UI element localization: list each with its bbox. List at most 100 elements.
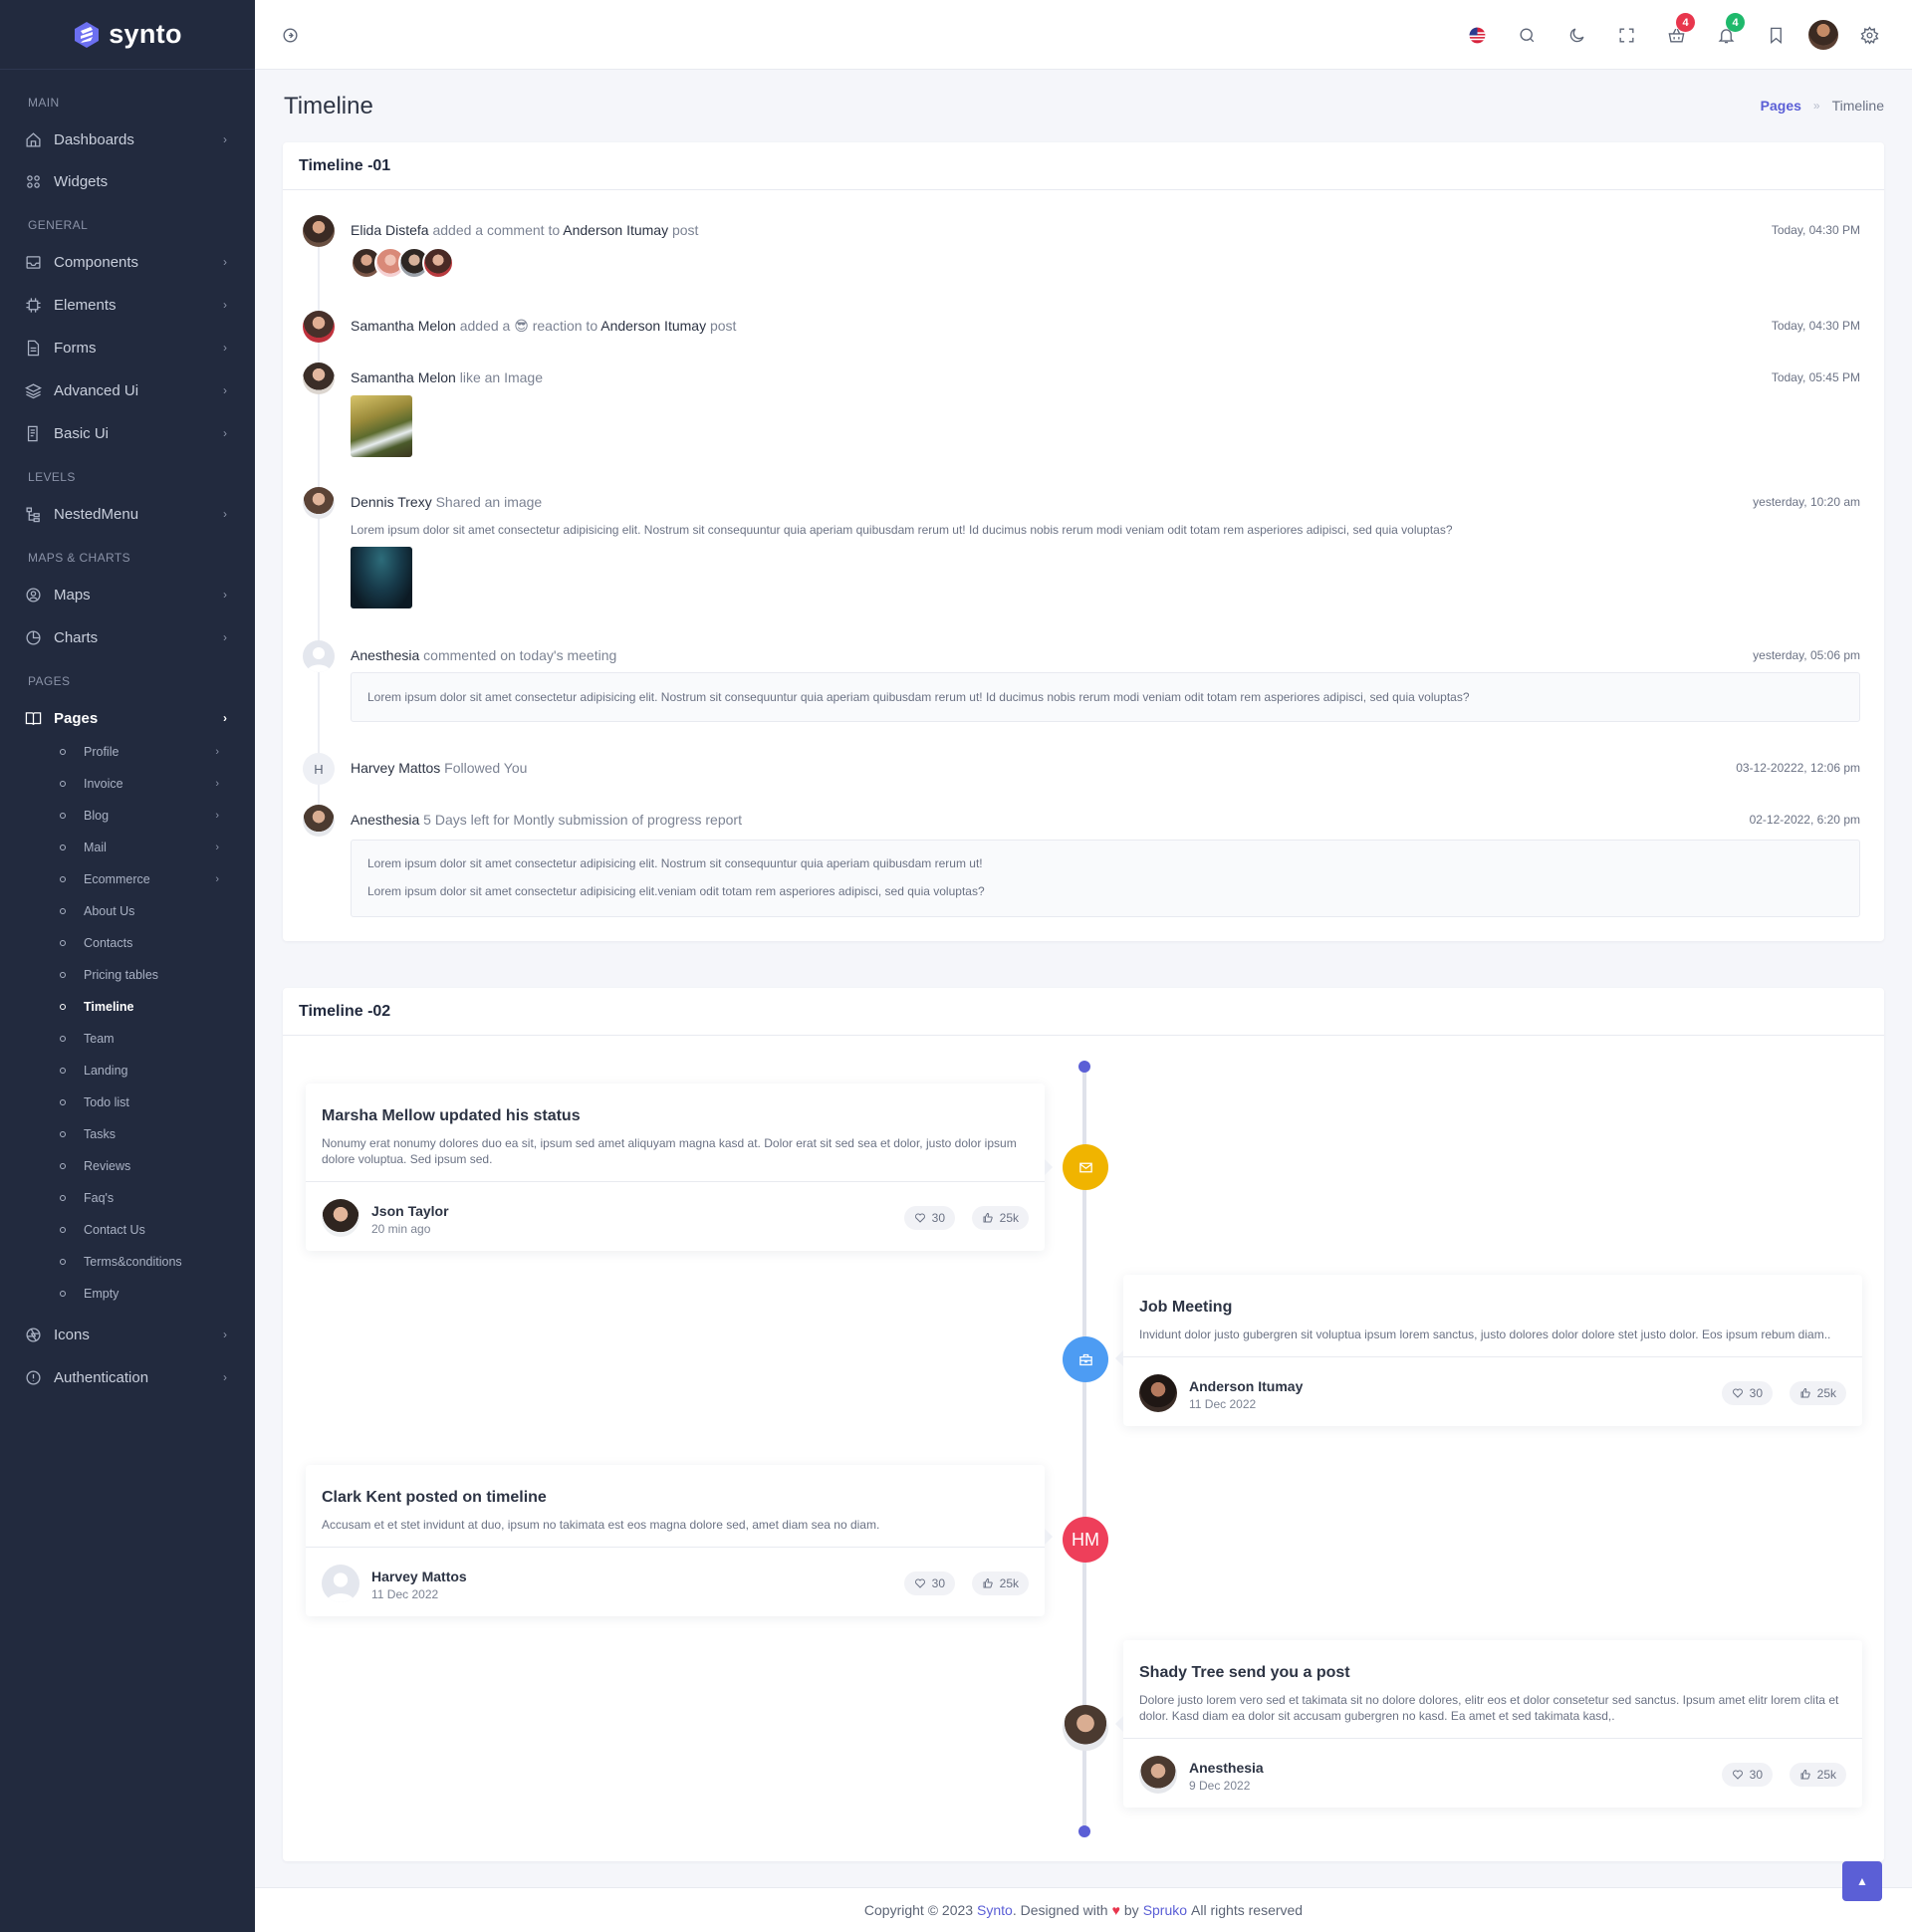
bookmark-button[interactable]: [1761, 20, 1791, 50]
avatar[interactable]: [1139, 1756, 1177, 1794]
avatar[interactable]: [1139, 1374, 1177, 1412]
author-name[interactable]: Anesthesia: [1189, 1760, 1264, 1776]
sidebar-sub-ecommerce[interactable]: Ecommerce ›: [0, 863, 255, 895]
entry-target[interactable]: Anderson Itumay: [563, 222, 668, 238]
sidebar-item-forms[interactable]: Forms ›: [0, 327, 255, 368]
sidebar-sub-contacts[interactable]: Contacts: [0, 927, 255, 959]
sidebar-item-label: Dashboards: [54, 130, 134, 148]
sidebar-item-components[interactable]: Components ›: [0, 241, 255, 283]
home-icon: [24, 130, 42, 148]
entry-user[interactable]: Anesthesia: [351, 812, 419, 828]
author-name[interactable]: Anderson Itumay: [1189, 1378, 1303, 1394]
avatar[interactable]: [303, 311, 335, 343]
card-title: Timeline -01: [283, 142, 1884, 190]
grid-icon: [24, 172, 42, 190]
sidebar-sub-blog[interactable]: Blog ›: [0, 800, 255, 832]
sidebar-item-authentication[interactable]: Authentication ›: [0, 1356, 255, 1398]
entry-user[interactable]: Dennis Trexy: [351, 494, 432, 510]
sidebar-item-dashboards[interactable]: Dashboards ›: [0, 119, 255, 160]
sub-label: Profile: [84, 745, 120, 759]
author-name[interactable]: Harvey Mattos: [371, 1569, 467, 1584]
sidebar-toggle-button[interactable]: [275, 20, 305, 50]
sidebar-sub-contact-us[interactable]: Contact Us: [0, 1214, 255, 1246]
sidebar-sub-landing[interactable]: Landing: [0, 1055, 255, 1087]
theme-toggle-button[interactable]: [1561, 20, 1591, 50]
timeline-card: Clark Kent posted on timeline Accusam et…: [306, 1465, 1053, 1616]
settings-button[interactable]: [1854, 20, 1884, 50]
bullet-icon: [60, 813, 66, 819]
chevron-right-icon: ›: [223, 711, 227, 725]
entry-user[interactable]: Anesthesia: [351, 647, 419, 663]
breadcrumb-pages-link[interactable]: Pages: [1761, 98, 1801, 114]
entry-text: Dennis Trexy Shared an image: [351, 494, 542, 510]
back-to-top-button[interactable]: ▲: [1842, 1861, 1882, 1901]
sidebar-item-maps[interactable]: Maps ›: [0, 574, 255, 615]
brand-link[interactable]: Synto: [977, 1902, 1013, 1918]
bullet-icon: [60, 1099, 66, 1105]
avatar[interactable]: [322, 1565, 359, 1602]
sidebar-sub-pricing-tables[interactable]: Pricing tables: [0, 959, 255, 991]
chevron-right-icon: ›: [223, 341, 227, 355]
timeline-node-avatar[interactable]: [1063, 1705, 1108, 1751]
sidebar-sub-empty[interactable]: Empty: [0, 1278, 255, 1310]
avatar[interactable]: [303, 215, 335, 247]
like-button[interactable]: 30: [903, 1206, 955, 1230]
thumbs-up-button[interactable]: 25k: [1789, 1763, 1846, 1787]
sidebar-sub-about-us[interactable]: About Us: [0, 895, 255, 927]
entry-user[interactable]: Elida Distefa: [351, 222, 429, 238]
like-button[interactable]: 30: [1721, 1381, 1773, 1405]
sidebar-item-widgets[interactable]: Widgets: [0, 160, 255, 202]
sidebar-sub-terms[interactable]: Terms&conditions: [0, 1246, 255, 1278]
avatar[interactable]: [303, 805, 335, 837]
avatar[interactable]: [422, 247, 454, 279]
like-count: 30: [1749, 1386, 1763, 1400]
sub-label: Faq's: [84, 1191, 115, 1205]
sidebar-sub-tasks[interactable]: Tasks: [0, 1118, 255, 1150]
fullscreen-button[interactable]: [1611, 20, 1641, 50]
author-name[interactable]: Json Taylor: [371, 1203, 449, 1219]
language-button[interactable]: [1462, 20, 1492, 50]
bullet-icon: [60, 1004, 66, 1010]
avatar[interactable]: [322, 1199, 359, 1237]
avatar[interactable]: [303, 362, 335, 394]
logo[interactable]: synto: [0, 0, 255, 70]
sidebar-sub-faqs[interactable]: Faq's: [0, 1182, 255, 1214]
entry-time: Today, 04:30 PM: [1771, 319, 1860, 333]
user-avatar[interactable]: [1808, 20, 1838, 50]
sidebar-item-charts[interactable]: Charts ›: [0, 616, 255, 658]
entry-user[interactable]: Samantha Melon: [351, 369, 456, 385]
entry-target[interactable]: Anderson Itumay: [600, 318, 706, 334]
avatar[interactable]: [303, 640, 335, 672]
sidebar-item-advanced-ui[interactable]: Advanced Ui ›: [0, 369, 255, 411]
entry-user[interactable]: Harvey Mattos: [351, 760, 440, 776]
sidebar-item-icons[interactable]: Icons ›: [0, 1314, 255, 1355]
card-pointer: [1045, 1159, 1053, 1175]
sidebar-sub-mail[interactable]: Mail ›: [0, 832, 255, 863]
aperture-icon: [24, 1326, 42, 1343]
sidebar-item-elements[interactable]: Elements ›: [0, 284, 255, 326]
entry-user[interactable]: Samantha Melon: [351, 318, 456, 334]
avatar[interactable]: [303, 487, 335, 519]
thumbs-up-button[interactable]: 25k: [971, 1206, 1029, 1230]
sidebar-item-nestedmenu[interactable]: NestedMenu ›: [0, 493, 255, 535]
sidebar-item-basic-ui[interactable]: Basic Ui ›: [0, 412, 255, 454]
thumbs-up-button[interactable]: 25k: [971, 1571, 1029, 1595]
sidebar-sub-profile[interactable]: Profile ›: [0, 736, 255, 768]
sidebar-sub-team[interactable]: Team: [0, 1023, 255, 1055]
search-button[interactable]: [1512, 20, 1542, 50]
notifications-button[interactable]: 4: [1711, 13, 1745, 50]
sidebar-sub-invoice[interactable]: Invoice ›: [0, 768, 255, 800]
sidebar-item-pages[interactable]: Pages ›: [0, 697, 255, 739]
like-button[interactable]: 30: [903, 1571, 955, 1595]
thumbs-up-button[interactable]: 25k: [1789, 1381, 1846, 1405]
sidebar-sub-timeline[interactable]: Timeline: [0, 991, 255, 1023]
mountain-image[interactable]: [351, 395, 412, 457]
night-sky-image[interactable]: [351, 547, 412, 608]
like-button[interactable]: 30: [1721, 1763, 1773, 1787]
sidebar-sub-reviews[interactable]: Reviews: [0, 1150, 255, 1182]
avatar-initial[interactable]: H: [303, 753, 335, 785]
sidebar-sub-todo-list[interactable]: Todo list: [0, 1087, 255, 1118]
company-link[interactable]: Spruko: [1143, 1902, 1187, 1918]
sidebar-category-main: MAIN: [28, 96, 60, 110]
cart-button[interactable]: 4: [1661, 13, 1695, 50]
